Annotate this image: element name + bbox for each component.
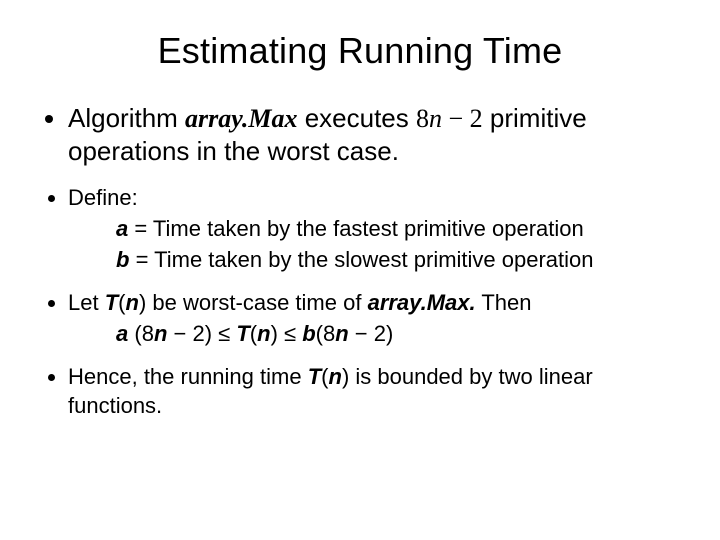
slide: Estimating Running Time Algorithm array.… bbox=[0, 0, 720, 540]
b1-mid: executes bbox=[297, 103, 416, 133]
b2-a-text: = Time taken by the fastest primitive op… bbox=[128, 216, 584, 241]
b3-T: T bbox=[105, 290, 118, 315]
b2-define: Define: bbox=[68, 185, 138, 210]
ineq-m3: ) ≤ bbox=[271, 321, 303, 346]
b4-n: n bbox=[328, 364, 341, 389]
ineq-po: ( bbox=[250, 321, 257, 346]
b2-a-label: a bbox=[116, 216, 128, 241]
b2-b-text: = Time taken by the slowest primitive op… bbox=[129, 247, 593, 272]
ineq-m1: (8 bbox=[128, 321, 154, 346]
b1-n: n bbox=[429, 104, 442, 133]
b2-line-a: a = Time taken by the fastest primitive … bbox=[68, 214, 680, 243]
bullet-2: Define: a = Time taken by the fastest pr… bbox=[68, 183, 680, 274]
ineq-end: − 2) bbox=[349, 321, 394, 346]
bullet-list: Algorithm array.Max executes 8n − 2 prim… bbox=[40, 102, 680, 420]
ineq-n2: n bbox=[257, 321, 270, 346]
b3-mid1: ) be worst-case time of bbox=[139, 290, 368, 315]
ineq-n3: n bbox=[335, 321, 348, 346]
b1-expr: 8n − 2 bbox=[416, 104, 483, 133]
b1-alg: array.Max bbox=[185, 104, 297, 133]
ineq-m4: (8 bbox=[316, 321, 336, 346]
b3-n: n bbox=[125, 290, 138, 315]
b2-line-b: b = Time taken by the slowest primitive … bbox=[68, 245, 680, 274]
bullet-4: Hence, the running time T(n) is bounded … bbox=[68, 362, 680, 420]
bullet-3: Let T(n) be worst-case time of array.Max… bbox=[68, 288, 680, 348]
ineq-a: a bbox=[116, 321, 128, 346]
ineq-b: b bbox=[302, 321, 315, 346]
b3-inequality: a (8n − 2) ≤ T(n) ≤ b(8n − 2) bbox=[68, 319, 680, 348]
b3-post: Then bbox=[476, 290, 532, 315]
b3-pre: Let bbox=[68, 290, 105, 315]
b4-pre: Hence, the running time bbox=[68, 364, 308, 389]
b1-pre: Algorithm bbox=[68, 103, 185, 133]
b2-b-label: b bbox=[116, 247, 129, 272]
slide-title: Estimating Running Time bbox=[40, 30, 680, 72]
b3-alg: array.Max. bbox=[368, 290, 476, 315]
ineq-n1: n bbox=[154, 321, 167, 346]
b4-T: T bbox=[308, 364, 321, 389]
bullet-1: Algorithm array.Max executes 8n − 2 prim… bbox=[68, 102, 680, 169]
ineq-T1: T bbox=[236, 321, 249, 346]
ineq-m2: − 2) ≤ bbox=[167, 321, 236, 346]
